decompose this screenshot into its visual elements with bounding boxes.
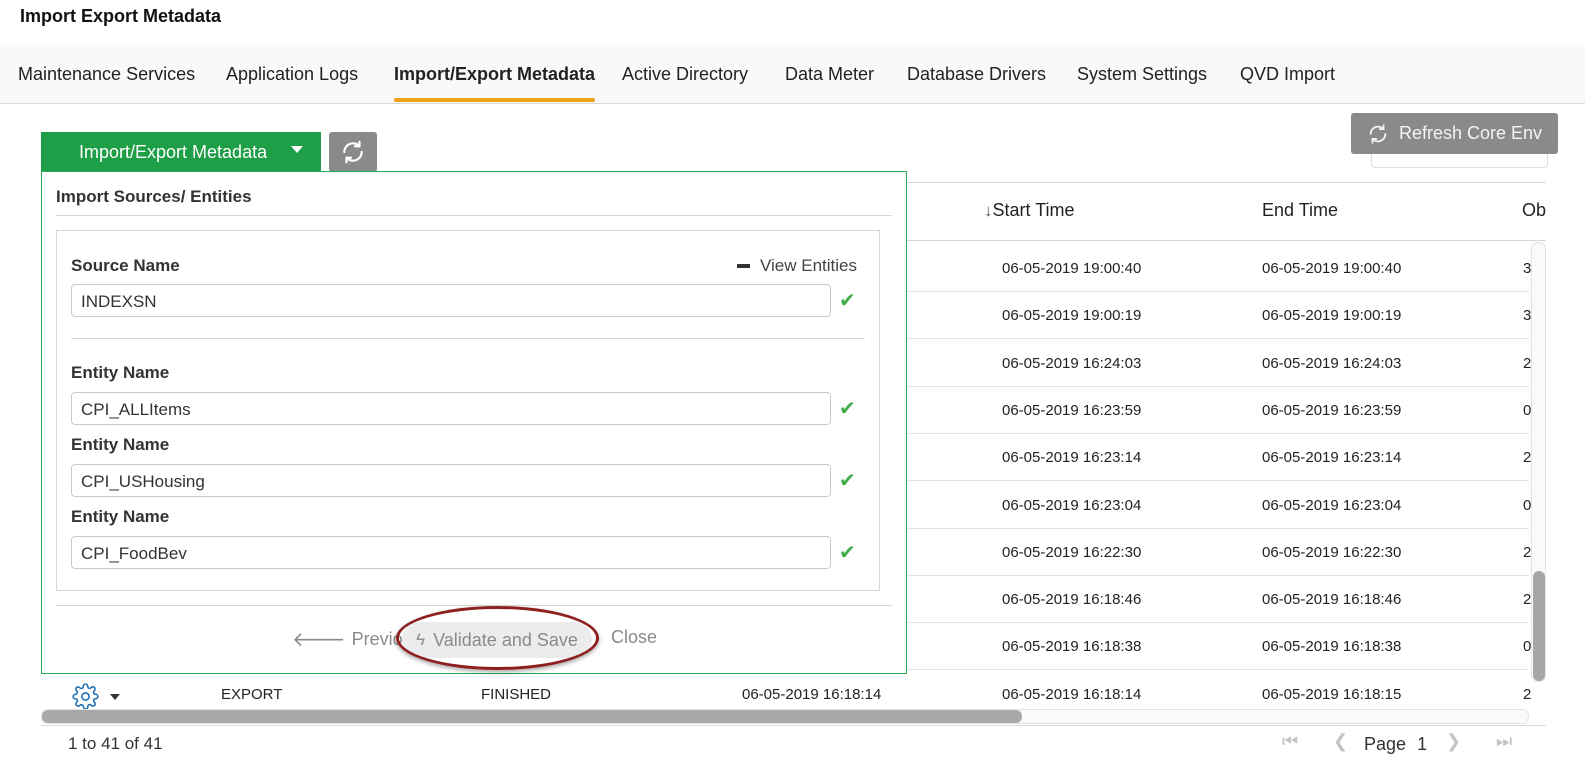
tab-database-drivers[interactable]: Database Drivers xyxy=(907,64,1046,104)
entity-valid-check-icon: ✔ xyxy=(839,470,856,492)
cell-start-time: 06-05-2019 16:22:30 xyxy=(1002,544,1142,561)
entity-name-label: Entity Name xyxy=(71,435,170,454)
cell-start-time: 06-05-2019 16:24:03 xyxy=(1002,355,1142,372)
vertical-scrollbar-thumb[interactable] xyxy=(1533,571,1545,681)
entity-valid-check-icon: ✔ xyxy=(839,542,856,564)
table-header-top-border xyxy=(906,182,1546,183)
refresh-core-env-button[interactable]: Refresh Core Env xyxy=(1351,113,1558,154)
cell-status: FINISHED xyxy=(481,686,552,703)
form-divider xyxy=(71,338,865,339)
cell-start-time: 06-05-2019 16:18:38 xyxy=(1002,638,1142,655)
cell-start-time: 06-05-2019 16:23:14 xyxy=(1002,449,1142,466)
cell-end-time: 06-05-2019 16:18:38 xyxy=(1262,638,1402,655)
cell-objects: 2 xyxy=(1523,686,1532,703)
tab-data-meter[interactable]: Data Meter xyxy=(785,64,874,104)
cell-start-time: 06-05-2019 16:18:14 xyxy=(1002,686,1142,703)
cell-start-time: 06-05-2019 19:00:19 xyxy=(1002,307,1142,324)
column-header-end-time[interactable]: End Time xyxy=(1262,200,1338,221)
validate-and-save-button[interactable]: ϟ Validate and Save xyxy=(402,622,592,658)
refresh-icon xyxy=(1369,123,1387,144)
tab-maintenance-services[interactable]: Maintenance Services xyxy=(18,64,195,104)
entity-name-field[interactable]: CPI_ALLItems xyxy=(71,392,831,425)
row-actions-caret-icon[interactable] xyxy=(110,694,120,700)
tab-import-export-metadata[interactable]: Import/Export Metadata xyxy=(394,64,596,104)
cell-end-time: 06-05-2019 16:23:04 xyxy=(1262,497,1402,514)
cell-end-time: 06-05-2019 16:24:03 xyxy=(1262,355,1402,372)
first-page-icon[interactable]: ⏮ xyxy=(1282,731,1298,752)
cell-end-time: 06-05-2019 16:23:59 xyxy=(1262,402,1402,419)
cell-end-time: 06-05-2019 16:22:30 xyxy=(1262,544,1402,561)
column-header-objects[interactable]: Ob xyxy=(1522,200,1546,221)
cell-end-time: 06-05-2019 16:18:15 xyxy=(1262,686,1402,703)
tab-bar: Maintenance Services Application Logs Im… xyxy=(0,44,1585,104)
source-entity-form: Source Name View Entities INDEXSN ✔ Enti… xyxy=(56,230,880,591)
sort-desc-icon: ↓ xyxy=(984,201,993,220)
source-valid-check-icon: ✔ xyxy=(839,290,856,312)
table-header-bottom-border xyxy=(906,240,1546,241)
cell-start-time: 06-05-2019 16:18:46 xyxy=(1002,591,1142,608)
page-title: Import Export Metadata xyxy=(20,6,222,26)
previous-page-icon[interactable]: ❮ xyxy=(1333,731,1348,752)
horizontal-scrollbar-thumb[interactable] xyxy=(42,710,1022,723)
panel-divider-top xyxy=(56,215,892,216)
minus-icon xyxy=(736,264,750,268)
cell-end-time: 06-05-2019 16:23:14 xyxy=(1262,449,1402,466)
hidden-control-outline xyxy=(1371,154,1548,168)
cell-type: EXPORT xyxy=(221,686,283,703)
tab-active-directory[interactable]: Active Directory xyxy=(622,64,748,104)
validate-and-save-label: Validate and Save xyxy=(433,629,578,650)
cell-end-time: 06-05-2019 19:00:40 xyxy=(1262,260,1402,277)
import-sources-panel: Import Sources/ Entities Source Name Vie… xyxy=(41,171,907,674)
footer-divider xyxy=(41,725,1546,726)
sync-icon xyxy=(343,140,363,164)
cell-start-time: 06-05-2019 19:00:40 xyxy=(1002,260,1142,277)
panel-title: Import Sources/ Entities xyxy=(56,187,252,206)
cell-end-time: 06-05-2019 19:00:19 xyxy=(1262,307,1402,324)
column-header-start-time[interactable]: ↓Start Time xyxy=(984,200,1075,221)
entity-name-label: Entity Name xyxy=(71,363,170,382)
row-count: 1 to 41 of 41 xyxy=(68,734,163,753)
page-label: Page xyxy=(1364,734,1407,754)
entity-name-label: Entity Name xyxy=(71,507,170,526)
cell-created: 06-05-2019 16:18:14 xyxy=(742,686,882,703)
panel-divider-bottom xyxy=(56,605,892,606)
entity-name-field[interactable]: CPI_USHousing xyxy=(71,464,831,497)
last-page-icon[interactable]: ⏭ xyxy=(1496,731,1512,752)
import-export-dropdown-button[interactable]: Import/Export Metadata xyxy=(41,132,321,172)
lightning-icon: ϟ xyxy=(416,630,426,649)
tab-application-logs[interactable]: Application Logs xyxy=(226,64,358,104)
arrow-left-icon: 🡐 xyxy=(292,629,346,651)
view-entities-toggle[interactable]: View Entities xyxy=(736,256,857,276)
entity-valid-check-icon: ✔ xyxy=(839,398,856,420)
import-export-dropdown-label: Import/Export Metadata xyxy=(79,141,268,162)
entity-name-field[interactable]: CPI_FoodBev xyxy=(71,536,831,569)
refresh-core-env-label: Refresh Core Env xyxy=(1398,123,1543,143)
cell-start-time: 06-05-2019 16:23:59 xyxy=(1002,402,1142,419)
source-name-label: Source Name xyxy=(71,256,180,275)
sync-button[interactable] xyxy=(329,132,377,172)
close-button[interactable]: Close xyxy=(611,627,657,648)
page-number: 1 xyxy=(1417,734,1428,754)
cell-start-time: 06-05-2019 16:23:04 xyxy=(1002,497,1142,514)
chevron-down-icon xyxy=(291,146,303,153)
page-indicator: Page 1 xyxy=(1364,734,1427,755)
tab-qvd-import[interactable]: QVD Import xyxy=(1240,64,1335,104)
tab-system-settings[interactable]: System Settings xyxy=(1077,64,1207,104)
source-name-field[interactable]: INDEXSN xyxy=(71,284,831,317)
cell-end-time: 06-05-2019 16:18:46 xyxy=(1262,591,1402,608)
next-page-icon[interactable]: ❯ xyxy=(1446,731,1461,752)
view-entities-label: View Entities xyxy=(759,256,857,275)
